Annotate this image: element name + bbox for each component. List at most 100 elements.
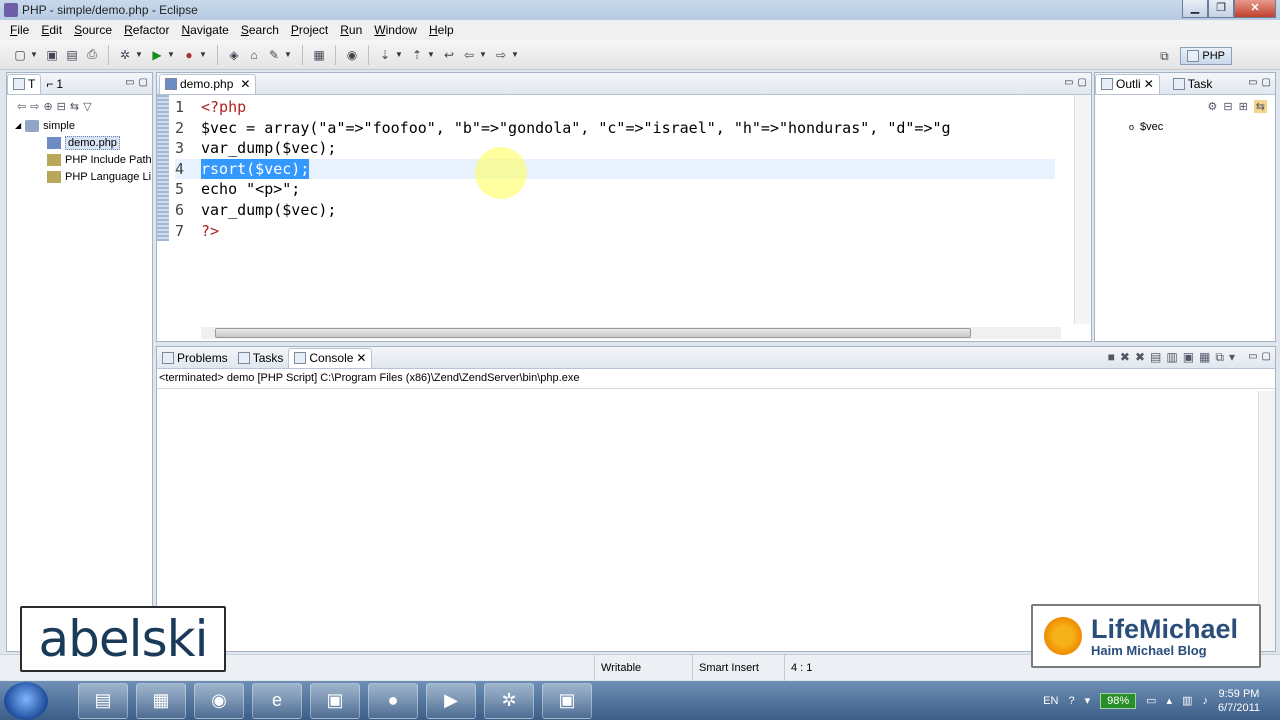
taskbar-app-9[interactable]: ▣	[542, 682, 592, 719]
browser-icon[interactable]: ◉	[344, 47, 360, 63]
minimize-panel-icon[interactable]: ▭	[1248, 77, 1257, 88]
code-line[interactable]: 2 $vec = array("a"=>"foofoo", "b"=>"gondo…	[175, 118, 1055, 139]
tray-app-icon[interactable]: ▭	[1146, 694, 1156, 707]
taskbar-eclipse-icon[interactable]: ●	[368, 682, 418, 719]
editor-vertical-scrollbar[interactable]	[1074, 95, 1091, 324]
code-area[interactable]: 1 <?php 2 $vec = array("a"=>"foofoo", "b"=…	[157, 95, 1091, 341]
scroll-thumb[interactable]	[215, 328, 971, 338]
language-indicator[interactable]: EN	[1043, 695, 1058, 707]
view-menu-icon[interactable]: ▾	[1229, 350, 1235, 365]
view-menu-icon[interactable]: ▽	[83, 100, 91, 113]
up-nav-icon[interactable]: ⊕	[43, 100, 52, 113]
link-editor-icon[interactable]: ⇆	[70, 100, 79, 113]
start-button[interactable]	[4, 681, 48, 720]
taskbar-ie-icon[interactable]: e	[252, 682, 302, 719]
maximize-panel-icon[interactable]: ▢	[139, 77, 148, 88]
open-file-icon[interactable]: ▦	[311, 47, 327, 63]
menu-refactor[interactable]: Refactor	[118, 23, 175, 37]
outline-item-vec[interactable]: o $vec	[1095, 121, 1275, 133]
open-folder-icon[interactable]: ⌂	[246, 47, 262, 63]
taskbar-app-1[interactable]: ▤	[78, 682, 128, 719]
tree-file-demo[interactable]: demo.php	[7, 134, 152, 151]
print-icon[interactable]: ⎙	[84, 47, 100, 63]
expand-icon[interactable]: ◢	[15, 121, 21, 130]
php-perspective-button[interactable]: PHP	[1180, 47, 1232, 65]
back-nav-icon[interactable]: ⇦	[17, 100, 26, 113]
code-line[interactable]: 3 var_dump($vec);	[175, 138, 1055, 159]
maximize-panel-icon[interactable]: ▢	[1262, 351, 1271, 362]
minimize-button[interactable]: ▁	[1182, 0, 1208, 18]
remove-all-icon[interactable]: ✖	[1135, 350, 1145, 365]
minimize-panel-icon[interactable]: ▭	[125, 77, 134, 88]
tree-language-library[interactable]: PHP Language Li	[7, 168, 152, 185]
debug-icon[interactable]: ✲	[117, 47, 133, 63]
forward-nav-icon[interactable]: ⇨	[30, 100, 39, 113]
taskbar-explorer-icon[interactable]: ▦	[136, 682, 186, 719]
pin-console-icon[interactable]: ▣	[1183, 350, 1194, 365]
taskbar-chrome-icon[interactable]: ◉	[194, 682, 244, 719]
tab-outline[interactable]: Outli ✕	[1095, 73, 1160, 94]
last-edit-icon[interactable]: ↩	[441, 47, 457, 63]
tab-console[interactable]: Console ✕	[288, 347, 373, 368]
tab-demo-php[interactable]: demo.php ✕	[159, 73, 257, 94]
battery-indicator[interactable]: 98%	[1100, 692, 1137, 709]
open-type-icon[interactable]: ◈	[226, 47, 242, 63]
filter-icon[interactable]: ⊞	[1239, 100, 1248, 113]
scroll-lock-icon[interactable]: ▥	[1166, 350, 1177, 365]
open-console-icon[interactable]: ⧉	[1215, 350, 1224, 365]
tab-tasks[interactable]: Tasks	[233, 348, 289, 368]
menu-run[interactable]: Run	[334, 23, 368, 37]
run-external-icon[interactable]: ●	[181, 47, 197, 63]
new-icon[interactable]: ▢	[12, 47, 28, 63]
maximize-button[interactable]: ❐	[1208, 0, 1234, 18]
code-line[interactable]: 6 var_dump($vec);	[175, 200, 1055, 221]
collapse-all-icon[interactable]: ⊟	[1223, 100, 1232, 113]
taskbar-media-icon[interactable]: ▶	[426, 682, 476, 719]
close-tab-icon[interactable]: ✕	[1144, 77, 1154, 91]
network-icon[interactable]: ▥	[1182, 694, 1192, 707]
clock[interactable]: 9:59 PM 6/7/2011	[1218, 687, 1260, 715]
menu-project[interactable]: Project	[285, 23, 334, 37]
minimize-panel-icon[interactable]: ▭	[1248, 351, 1257, 362]
remove-launch-icon[interactable]: ✖	[1120, 350, 1130, 365]
maximize-panel-icon[interactable]: ▢	[1262, 77, 1271, 88]
forward-icon[interactable]: ⇨	[493, 47, 509, 63]
menu-file[interactable]: File	[4, 23, 35, 37]
save-all-icon[interactable]: ▤	[64, 47, 80, 63]
menu-edit[interactable]: Edit	[35, 23, 68, 37]
menu-window[interactable]: Window	[368, 23, 423, 37]
code-line[interactable]: 1 <?php	[175, 97, 1055, 118]
display-console-icon[interactable]: ▦	[1199, 350, 1210, 365]
show-hidden-icons[interactable]: ▴	[1167, 694, 1173, 707]
back-icon[interactable]: ⇦	[461, 47, 477, 63]
code-line[interactable]: 7 ?>	[175, 221, 1055, 242]
close-button[interactable]: ✕	[1234, 0, 1276, 18]
menu-search[interactable]: Search	[235, 23, 285, 37]
taskbar-app-8[interactable]: ✲	[484, 682, 534, 719]
clear-console-icon[interactable]: ▤	[1150, 350, 1161, 365]
menu-source[interactable]: Source	[68, 23, 118, 37]
menu-navigate[interactable]: Navigate	[175, 23, 234, 37]
tree-include-path[interactable]: PHP Include Path	[7, 151, 152, 168]
minimize-panel-icon[interactable]: ▭	[1064, 77, 1073, 88]
editor-horizontal-scrollbar[interactable]	[201, 327, 1061, 339]
volume-icon[interactable]: ♪	[1202, 695, 1208, 707]
sort-icon[interactable]: ⚙	[1207, 100, 1217, 113]
terminate-icon[interactable]: ■	[1108, 350, 1115, 365]
prev-annotation-icon[interactable]: ⇡	[409, 47, 425, 63]
code-line[interactable]: 5 echo "<p>";	[175, 179, 1055, 200]
collapse-all-icon[interactable]: ⊟	[57, 100, 66, 113]
open-perspective-icon[interactable]: ⧉	[1156, 48, 1172, 64]
tray-chevron-icon[interactable]: ▾	[1085, 694, 1091, 707]
help-icon[interactable]: ?	[1068, 695, 1074, 707]
tab-problems[interactable]: Problems	[157, 348, 233, 368]
tab-tasks[interactable]: Task	[1168, 74, 1218, 94]
close-tab-icon[interactable]: ✕	[356, 351, 366, 365]
save-icon[interactable]: ▣	[44, 47, 60, 63]
link-icon[interactable]: ⇆	[1253, 99, 1267, 113]
tab-explorer[interactable]: T	[7, 73, 42, 94]
tab-type-hierarchy[interactable]: ⌐ 1	[41, 74, 68, 94]
taskbar-app-5[interactable]: ▣	[310, 682, 360, 719]
code-line-current[interactable]: 4 rsort($vec);	[175, 158, 1055, 180]
open-resource-icon[interactable]: ✎	[266, 47, 282, 63]
